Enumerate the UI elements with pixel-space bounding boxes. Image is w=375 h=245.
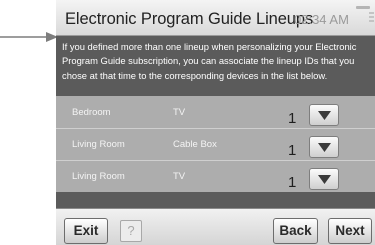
dropdown-arrow-icon (318, 111, 331, 120)
bottom-bar: Exit ? Back Next (56, 208, 375, 245)
device-label: TV (173, 107, 186, 118)
info-text: If you defined more than one lineup when… (56, 36, 375, 96)
lineup-dropdown-button[interactable] (309, 136, 339, 158)
room-label: Living Room (72, 139, 125, 150)
device-screen: Electronic Program Guide Lineups 02:34 A… (56, 0, 375, 245)
lineup-dropdown-button[interactable] (309, 168, 339, 190)
lineup-value: 1 (288, 142, 297, 159)
lineup-list: Bedroom TV 1 Living Room Cable Box 1 Liv… (56, 96, 375, 192)
exit-button[interactable]: Exit (64, 218, 108, 244)
dropdown-arrow-icon (318, 143, 331, 152)
menu-icon[interactable] (350, 4, 374, 26)
next-button[interactable]: Next (328, 218, 372, 244)
list-item: Living Room Cable Box 1 (56, 129, 375, 160)
lineup-value: 1 (288, 110, 297, 127)
dropdown-arrow-icon (318, 175, 331, 184)
device-label: TV (173, 171, 186, 182)
title-bar: Electronic Program Guide Lineups 02:34 A… (56, 0, 375, 36)
page-title: Electronic Program Guide Lineups (65, 10, 314, 28)
help-button[interactable]: ? (120, 220, 142, 242)
callout-arrow-icon (0, 32, 58, 42)
back-button[interactable]: Back (273, 218, 318, 244)
lineup-value: 1 (288, 174, 297, 191)
clock: 02:34 AM (294, 12, 349, 27)
room-label: Bedroom (72, 107, 111, 118)
list-item: Living Room TV 1 (56, 161, 375, 192)
list-item: Bedroom TV 1 (56, 97, 375, 128)
room-label: Living Room (72, 171, 125, 182)
device-label: Cable Box (173, 139, 217, 150)
lineup-dropdown-button[interactable] (309, 104, 339, 126)
